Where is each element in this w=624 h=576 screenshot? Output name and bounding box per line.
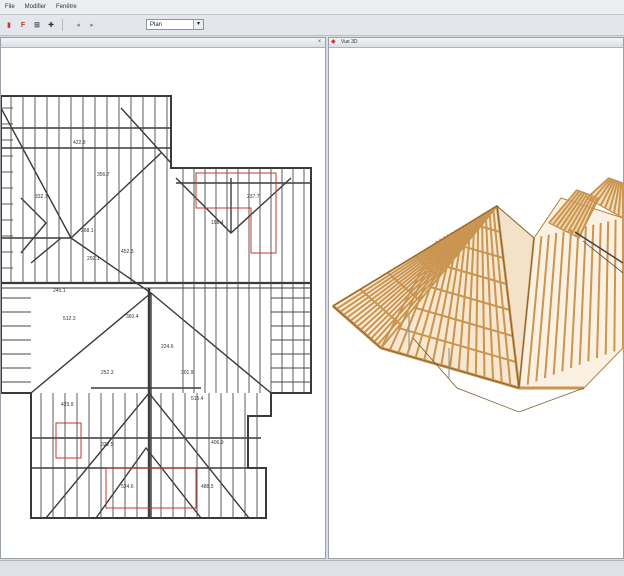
dimension-label: 268.1 [81, 228, 94, 234]
dimension-label: 332.7 [35, 194, 48, 200]
add-icon[interactable]: ✚ [46, 20, 56, 30]
dimension-label: 452.3 [121, 249, 134, 255]
dimension-label: 515.4 [191, 396, 204, 402]
3d-view-pane: ◆ Vue 3D [328, 37, 624, 559]
dimension-label: 224.6 [161, 344, 174, 350]
dimension-label: 252.3 [101, 370, 114, 376]
roof-plan-drawing[interactable]: 268.1 292.1 245.1 512.3 360.4 224.6 252.3 301.9… [1, 48, 325, 558]
frame-tool-icon[interactable]: F [18, 20, 28, 30]
arrow-right-icon[interactable]: ▸ [87, 20, 97, 30]
view-3d-icon[interactable]: ⊞ [32, 20, 42, 30]
toolbar: ▮ F ⊞ ✚ ◂ ▸ Plan ▾ [0, 15, 624, 36]
dimension-label: 198.4 [211, 220, 224, 226]
plan-view-pane: × 268.1 292.1 245.1 512.3 360.4 224.6 25… [0, 37, 326, 559]
toolbar-separator [62, 19, 63, 31]
dimension-label: 301.9 [181, 370, 194, 376]
dimension-label: 406.9 [211, 440, 224, 446]
dimension-label: 422.8 [73, 140, 86, 146]
menu-bar: File Modifier Fenêtre [0, 0, 624, 15]
dimension-label: 423.9 [61, 402, 74, 408]
menu-modifier[interactable]: Modifier [20, 4, 51, 10]
dimension-label: 322.5 [101, 442, 114, 448]
dimension-label: 292.1 [87, 256, 100, 262]
view-select[interactable]: Plan ▾ [146, 19, 204, 30]
3d-view-title: Vue 3D [341, 39, 358, 45]
roof-3d-model[interactable] [329, 48, 623, 558]
menu-window[interactable]: Fenêtre [51, 4, 82, 10]
status-bar [0, 560, 624, 576]
dimension-label: 245.1 [53, 288, 66, 294]
close-icon[interactable]: × [316, 39, 323, 46]
arrow-left-icon[interactable]: ◂ [73, 20, 83, 30]
dimension-label: 524.6 [121, 484, 134, 490]
3d-view-titlebar: ◆ Vue 3D [329, 38, 623, 48]
menu-file[interactable]: File [0, 4, 20, 10]
draw-tool-icon[interactable]: ▮ [4, 20, 14, 30]
dimension-label: 512.3 [63, 316, 76, 322]
dimension-label: 360.4 [126, 314, 139, 320]
dimension-label: 237.7 [247, 194, 260, 200]
chevron-down-icon: ▾ [193, 20, 203, 29]
dimension-label: 356.7 [97, 172, 110, 178]
plan-view-titlebar: × [1, 38, 325, 48]
view-select-value: Plan [150, 22, 163, 28]
view-3d-window-icon: ◆ [331, 39, 336, 45]
dimension-label: 488.5 [201, 484, 214, 490]
